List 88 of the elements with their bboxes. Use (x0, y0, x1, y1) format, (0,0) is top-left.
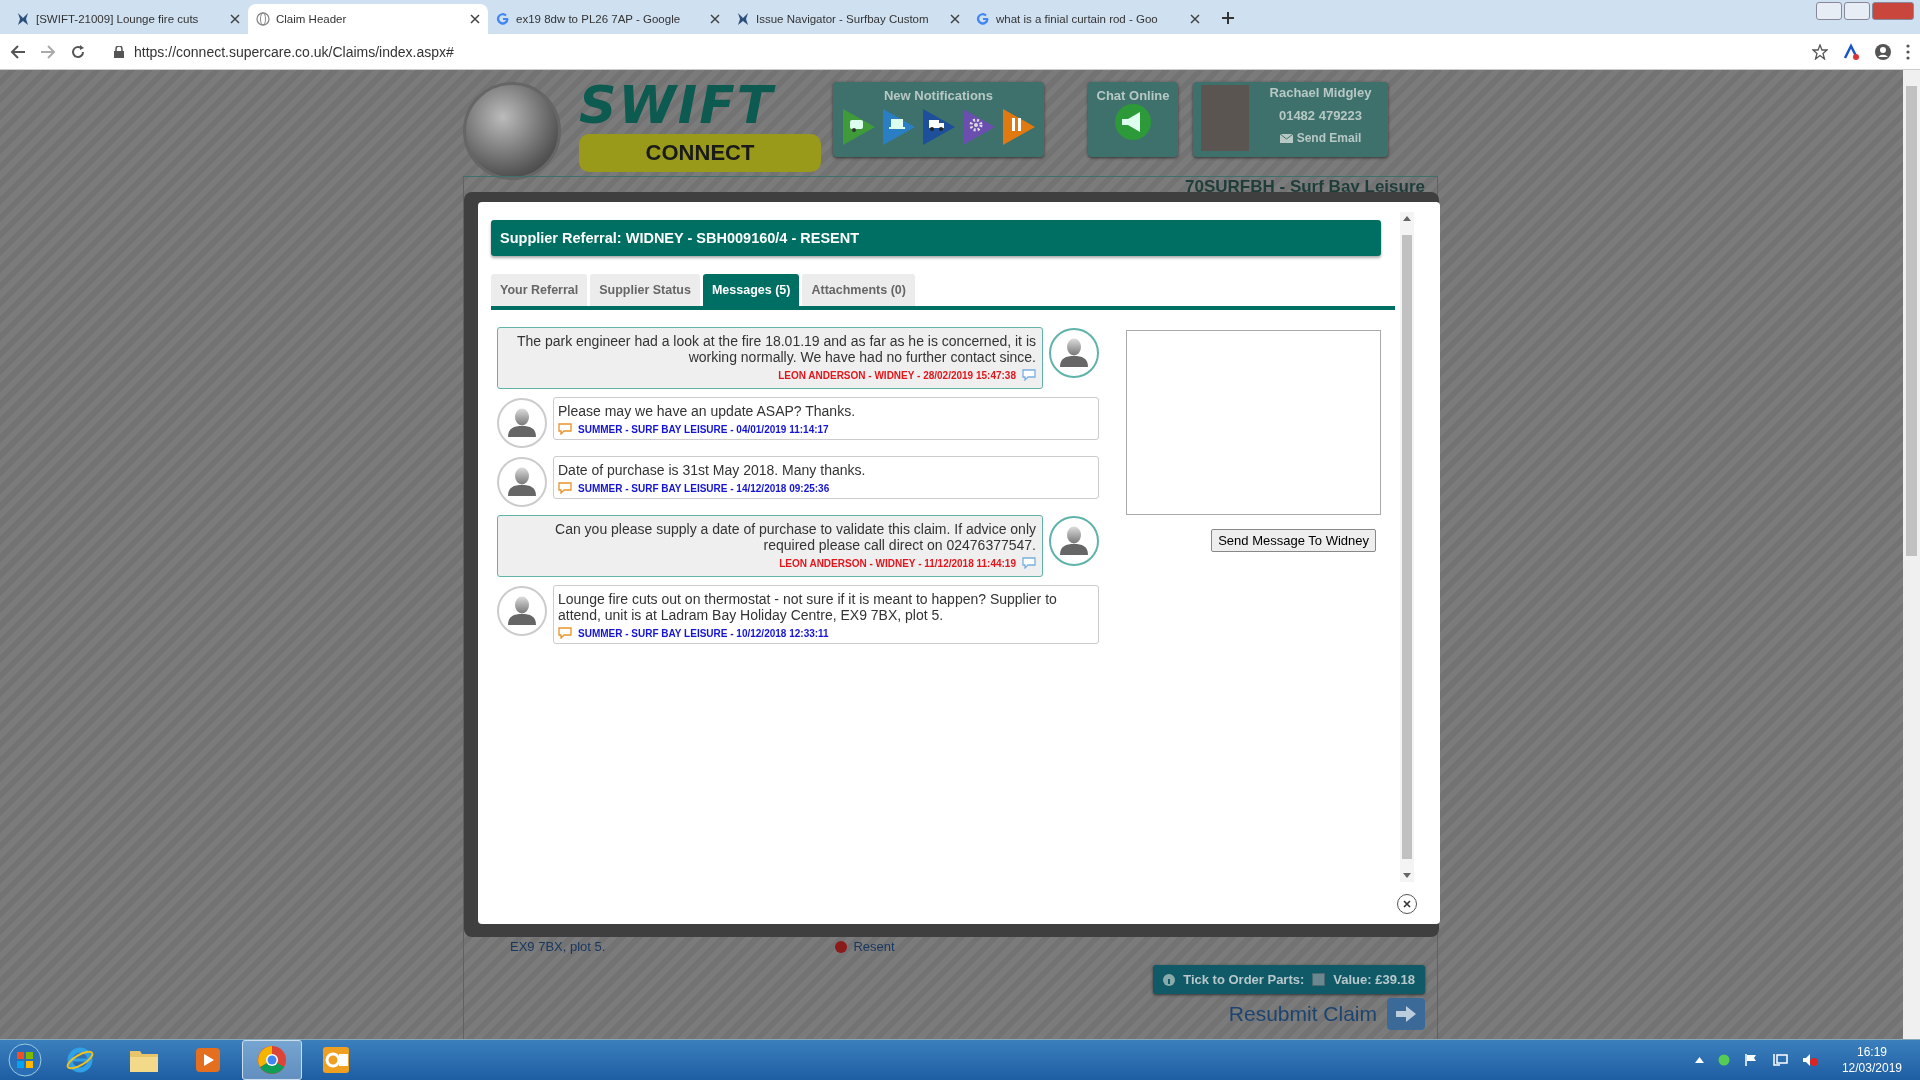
speech-bubble-icon (1022, 369, 1036, 381)
network-icon[interactable] (1771, 1053, 1788, 1067)
logo-badge: CONNECT (579, 134, 821, 172)
message-input[interactable] (1126, 330, 1381, 515)
maximize-button[interactable] (1844, 2, 1870, 20)
message-text: Date of purchase is 31st May 2018. Many thanks. (558, 462, 867, 478)
dialog-tab[interactable]: Your Referral (491, 274, 588, 306)
close-icon[interactable] (470, 14, 480, 24)
back-icon[interactable] (10, 43, 26, 60)
panel-title: New Notifications (883, 88, 994, 103)
browser-tab[interactable]: ex19 8dw to PL26 7AP - Google (488, 4, 728, 34)
contact-name: Rachael Midgley (1269, 85, 1372, 100)
address-field[interactable]: https://connect.supercare.co.uk/Claims/index.aspx# (134, 43, 454, 60)
dialog-tab[interactable]: Attachments (0) (802, 274, 915, 306)
gear-icon[interactable] (960, 107, 997, 147)
extension-icon[interactable] (1842, 42, 1860, 61)
message-author: SUMMER - SURF BAY LEISURE - 04/01/2019 11:14:17 (578, 423, 829, 435)
info-icon (1163, 973, 1176, 986)
speech-bubble-icon (558, 423, 572, 435)
google-icon (976, 12, 990, 26)
message-text: Lounge fire cuts out on thermostat - not sure if it is meant to happen? Supplier to attend, unit is at Ladram Bay Holiday Centre, EX9 7BX, plot 5. (558, 591, 1058, 623)
browser-tab[interactable]: Claim Header (248, 4, 488, 34)
close-icon (1403, 900, 1411, 908)
close-icon[interactable] (1190, 14, 1200, 24)
lock-icon (114, 45, 124, 58)
close-icon[interactable] (710, 14, 720, 24)
message-text: Can you please supply a date of purchase to validate this claim. If advice only required please call direct on 02476377547. (554, 521, 1036, 553)
message-author: SUMMER - SURF BAY LEISURE - 10/12/2018 12:33:11 (578, 627, 829, 639)
close-button[interactable] (1397, 894, 1417, 914)
globe-icon (256, 12, 270, 26)
plus-icon[interactable] (1221, 11, 1235, 25)
message-text: Please may we have an update ASAP? Thanks. (558, 403, 857, 419)
speech-bubble-icon (558, 627, 572, 639)
scroll-down-icon[interactable] (1403, 873, 1411, 878)
star-icon[interactable] (1812, 43, 1828, 60)
contact-phone: 01482 479223 (1278, 108, 1363, 123)
scrollbar[interactable] (1400, 212, 1414, 882)
order-parts-checkbox[interactable] (1312, 973, 1326, 986)
message-author: SUMMER - SURF BAY LEISURE - 14/12/2018 09:25:36 (578, 482, 830, 494)
send-email-link[interactable]: Send Email (1279, 131, 1362, 145)
status-dot (835, 940, 848, 953)
message-author: LEON ANDERSON - WIDNEY - 28/02/2019 15:47:38 (778, 369, 1016, 381)
message-text: The park engineer had a look at the fire 18.01.19 and as far as he is concerned, it is working normally. We have had no further contact since. (515, 333, 1036, 365)
clock-time[interactable]: 16:19 (1856, 1045, 1887, 1059)
close-icon[interactable] (950, 14, 960, 24)
chrome-icon[interactable] (242, 1040, 302, 1080)
order-parts-label: Tick to Order Parts: (1183, 972, 1305, 987)
speech-bubble-icon (1022, 557, 1036, 569)
status-icon[interactable] (1717, 1054, 1730, 1066)
photo-placeholder (1201, 85, 1249, 151)
dialog-title: Supplier Referral: WIDNEY - SBH009160/4 - RESENT (491, 220, 1381, 256)
logo-wordmark: SWIFT (579, 82, 777, 128)
page-scrollbar[interactable] (1903, 70, 1920, 1040)
minimize-button[interactable] (1816, 2, 1842, 20)
laptop-icon[interactable] (880, 107, 917, 147)
menu-icon[interactable] (1906, 43, 1910, 60)
speech-bubble-icon (558, 482, 572, 494)
truck-icon[interactable] (920, 107, 957, 147)
user-avatar (497, 457, 547, 507)
dialog-tab[interactable]: Messages (5) (702, 274, 800, 306)
flag-icon[interactable] (1743, 1053, 1758, 1067)
reload-icon[interactable] (70, 43, 86, 60)
send-message-button[interactable]: Send Message To Widney (1211, 529, 1376, 552)
browser-tab[interactable]: what is a finial curtain rod - Goo (968, 4, 1208, 34)
user-avatar (497, 398, 547, 448)
arrow-icon (1394, 1005, 1418, 1023)
muted-speaker-icon[interactable] (1801, 1053, 1818, 1067)
user-avatar (1049, 328, 1099, 378)
google-icon (496, 12, 510, 26)
resubmit-button[interactable] (1387, 998, 1425, 1030)
message-author: LEON ANDERSON - WIDNEY - 11/12/2018 11:44:19 (779, 557, 1016, 569)
user-avatar (1049, 516, 1099, 566)
scroll-up-icon[interactable] (1403, 216, 1411, 221)
browser-tab[interactable]: [SWIFT-21009] Lounge fire cuts (8, 4, 248, 34)
tray-arrow-icon[interactable] (1694, 1057, 1704, 1063)
claim-status: Resent (853, 939, 895, 954)
user-avatar (497, 586, 547, 636)
panel-title: Chat Online (1096, 88, 1170, 103)
clock-date[interactable]: 12/03/2019 (1841, 1061, 1902, 1075)
dialog-tab[interactable]: Supplier Status (590, 274, 700, 306)
chat-panel[interactable]: Chat Online (1088, 82, 1178, 157)
account-icon[interactable] (1874, 42, 1892, 61)
envelope-icon (1279, 133, 1293, 143)
browser-tab[interactable]: Issue Navigator - Surfbay Custom (728, 4, 968, 34)
close-icon[interactable] (230, 14, 240, 24)
caravan-icon[interactable] (840, 107, 877, 147)
order-value: Value: £39.18 (1333, 972, 1415, 987)
claim-description: EX9 7BX, plot 5. (510, 939, 606, 954)
